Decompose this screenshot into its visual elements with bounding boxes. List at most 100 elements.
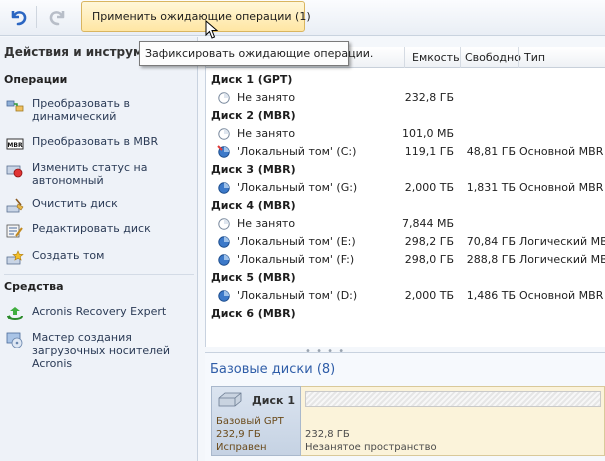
unallocated-space-block[interactable]: 232,8 ГБ Незанятое пространство	[301, 386, 605, 456]
actions-sidebar: Действия и инструменты Операции Преобраз…	[0, 37, 198, 461]
section-tools-title: Средства	[4, 280, 64, 293]
clean-disk-icon	[6, 198, 24, 213]
toolbar: Применить ожидающие операции (1)	[0, 0, 605, 36]
volume-free: 70,84 ГБ	[466, 235, 516, 248]
volume-icon	[218, 182, 230, 194]
unallocated-icon	[218, 92, 230, 104]
column-separator	[518, 47, 519, 68]
unallocated-icon	[218, 218, 230, 230]
apply-button-label: Применить ожидающие операции (1)	[92, 10, 311, 23]
volume-name: Не занято	[237, 217, 296, 230]
sidebar-title: Действия и инструменты	[4, 45, 140, 59]
tooltip: Зафиксировать ожидающие операции.	[139, 41, 373, 66]
volume-row[interactable]: 'Локальный том' (D:) 2,000 ТБ 1,486 ТБ Осно…	[206, 287, 605, 305]
sidebar-item-recovery-expert[interactable]: Acronis Recovery Expert	[6, 305, 194, 322]
volume-name: 'Локальный том' (G:)	[237, 181, 358, 194]
volume-row[interactable]: Не занято 232,8 ГБ	[206, 89, 605, 107]
sidebar-item-create-volume[interactable]: Создать том	[6, 249, 194, 266]
volume-capacity: 232,8 ГБ	[404, 91, 454, 104]
volume-name: 'Локальный том' (D:)	[237, 289, 358, 302]
sidebar-item-set-offline[interactable]: Изменить статус на автономный	[6, 161, 194, 187]
volume-free: 48,81 ГБ	[466, 145, 516, 158]
svg-text:MBR: MBR	[7, 142, 23, 149]
volume-icon	[218, 236, 230, 248]
volume-type: Логический MBR	[519, 235, 605, 248]
volume-capacity: 7,844 МБ	[401, 217, 454, 230]
column-type[interactable]: Тип	[524, 51, 545, 64]
disk-card-type: Базовый GPT	[216, 416, 284, 427]
sidebar-item-convert-mbr[interactable]: MBR Преобразовать в MBR	[6, 135, 194, 152]
sidebar-item-label: Создать том	[32, 249, 105, 262]
apply-pending-operations-button[interactable]: Применить ожидающие операции (1)	[81, 1, 311, 32]
sidebar-item-label: Преобразовать в динамический	[32, 97, 130, 123]
hard-disk-icon	[218, 392, 242, 407]
disk-card[interactable]: Диск 1 Базовый GPT 232,9 ГБ Исправен	[211, 386, 301, 456]
volume-row[interactable]: 'Локальный том' (G:) 2,000 ТБ 1,831 ТБ Осно…	[206, 179, 605, 197]
volume-type: Основной MBR	[519, 289, 604, 302]
volume-capacity: 298,2 ГБ	[404, 235, 454, 248]
redo-button[interactable]	[44, 4, 72, 30]
sidebar-item-convert-dynamic[interactable]: Преобразовать в динамический	[6, 97, 194, 123]
column-capacity[interactable]: Емкость	[412, 51, 460, 64]
redo-icon	[49, 11, 65, 26]
basic-disks-panel: Базовые диски (8) Диск 1 Базовый GPT 232…	[205, 352, 605, 461]
disk-header-row[interactable]: Диск 5 (MBR)	[206, 269, 605, 287]
column-free[interactable]: Свободно	[465, 51, 521, 64]
disk-header-row[interactable]: Диск 1 (GPT)	[206, 71, 605, 89]
sidebar-item-label: Редактировать диск	[32, 222, 151, 235]
mouse-cursor-icon	[205, 20, 219, 39]
volume-capacity: 2,000 ТБ	[404, 289, 454, 302]
disk-name: Диск 4 (MBR)	[211, 199, 296, 212]
volume-row[interactable]: 'Локальный том' (C:) 119,1 ГБ 48,81 ГБ Осно…	[206, 143, 605, 161]
sidebar-item-clean-disk[interactable]: Очистить диск	[6, 197, 194, 214]
volume-row[interactable]: 'Локальный том' (F:) 298,0 ГБ 288,8 ГБ Логи…	[206, 251, 605, 269]
volume-name: Не занято	[237, 91, 296, 104]
sidebar-item-boot-media[interactable]: Мастер создания загрузочных носителей Ac…	[6, 331, 194, 370]
volume-free: 1,831 ТБ	[466, 181, 516, 194]
unallocated-icon	[218, 128, 230, 140]
volume-name: 'Локальный том' (C:)	[237, 145, 357, 158]
boot-media-icon	[6, 332, 23, 348]
unallocated-label: Незанятое пространство	[305, 442, 437, 453]
disk-name: Диск 2 (MBR)	[211, 109, 296, 122]
mbr-icon: MBR	[6, 138, 24, 150]
column-separator	[460, 47, 461, 68]
undo-icon	[11, 11, 27, 26]
sidebar-item-label: Мастер создания загрузочных носителей Ac…	[32, 331, 171, 370]
volume-row[interactable]: Не занято 101,0 МБ	[206, 125, 605, 143]
undo-button[interactable]	[4, 4, 32, 30]
volume-name: 'Локальный том' (F:)	[237, 253, 355, 266]
volume-capacity: 2,000 ТБ	[404, 181, 454, 194]
offline-status-icon	[6, 165, 23, 178]
disk-name: Диск 1 (GPT)	[211, 73, 293, 86]
disk-header-row[interactable]: Диск 2 (MBR)	[206, 107, 605, 125]
disk-card-name: Диск 1	[252, 394, 295, 407]
volume-icon	[218, 254, 230, 266]
basic-disks-title: Базовые диски (8)	[210, 362, 336, 377]
disk-header-row[interactable]: Диск 3 (MBR)	[206, 161, 605, 179]
volume-type: Основной MBR	[519, 145, 604, 158]
sidebar-item-label: Преобразовать в MBR	[32, 135, 159, 148]
volume-row[interactable]: 'Локальный том' (E:) 298,2 ГБ 70,84 ГБ Логи…	[206, 233, 605, 251]
volume-row[interactable]: Не занято 7,844 МБ	[206, 215, 605, 233]
sidebar-item-edit-disk[interactable]: Редактировать диск	[6, 222, 194, 239]
volume-type: Основной MBR	[519, 181, 604, 194]
toolbar-separator	[36, 6, 37, 28]
disk-card-size: 232,9 ГБ	[216, 429, 261, 440]
sidebar-item-label: Очистить диск	[32, 197, 118, 210]
disk-name: Диск 6 (MBR)	[211, 307, 296, 320]
disk-header-row[interactable]: Диск 4 (MBR)	[206, 197, 605, 215]
volume-name: 'Локальный том' (E:)	[237, 235, 356, 248]
unallocated-size: 232,8 ГБ	[305, 429, 350, 440]
volume-icon	[218, 290, 230, 302]
create-volume-icon	[6, 250, 24, 265]
system-volume-icon	[217, 145, 230, 158]
convert-dynamic-icon	[6, 100, 24, 112]
section-operations-title: Операции	[4, 73, 68, 86]
unallocated-bar	[305, 391, 601, 407]
sidebar-divider	[4, 274, 194, 275]
column-separator	[404, 47, 405, 68]
volume-free: 288,8 ГБ	[466, 253, 516, 266]
recovery-expert-icon	[7, 307, 23, 320]
disk-header-row[interactable]: Диск 6 (MBR)	[206, 305, 605, 323]
